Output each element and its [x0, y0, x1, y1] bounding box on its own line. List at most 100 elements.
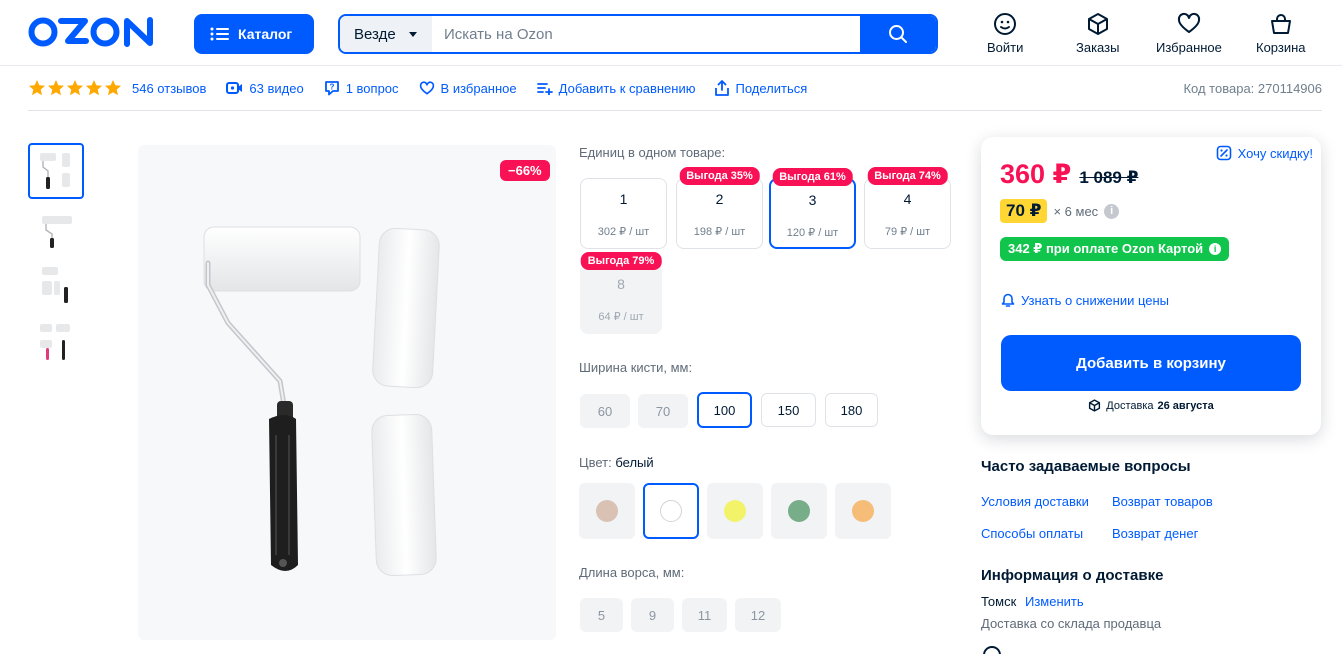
search-bar: Везде [338, 14, 938, 54]
search-scope-value: Везде [354, 25, 396, 43]
installment-block[interactable]: 70 ₽ × 6 мес i [1000, 199, 1120, 223]
want-discount-link[interactable]: Хочу скидку! [1216, 145, 1313, 161]
gallery-thumb[interactable] [28, 143, 84, 199]
gallery-thumb[interactable] [28, 200, 84, 256]
videos-link[interactable]: 63 видео [226, 81, 304, 96]
add-to-cart-button[interactable]: Добавить в корзину [1001, 335, 1301, 391]
compare-link[interactable]: Добавить к сравнению [536, 80, 696, 96]
question-icon: ? [324, 81, 339, 96]
benefit-badge: Выгода 35% [679, 167, 760, 185]
pile-option-12[interactable]: 12 [735, 598, 781, 632]
price-drop-notify-link[interactable]: Узнать о снижении цены [1001, 293, 1169, 308]
gallery-thumb[interactable] [28, 257, 84, 313]
info-icon[interactable]: i [1104, 203, 1120, 219]
product-thumb-image [40, 153, 70, 189]
width-option-70[interactable]: 70 [638, 394, 688, 428]
nav-cart-label: Корзина [1256, 40, 1306, 55]
product-actions-bar: 546 отзывов 63 видео ? 1 вопрос В избран… [28, 66, 1322, 111]
nav-favorites[interactable]: Избранное [1156, 12, 1222, 55]
reviews-link[interactable]: 546 отзывов [132, 81, 206, 96]
unit-option-4[interactable]: Выгода 74% 4 79 ₽ / шт [864, 167, 951, 249]
nav-orders[interactable]: Заказы [1076, 12, 1119, 55]
delivery-source: Доставка со склада продавца [981, 616, 1162, 631]
unit-count: 2 [715, 191, 724, 207]
color-swatch[interactable] [835, 483, 891, 539]
color-swatch-selected[interactable] [643, 483, 699, 539]
pile-option-11[interactable]: 11 [682, 598, 727, 632]
nav-login-label: Войти [987, 40, 1024, 55]
search-input[interactable] [432, 16, 860, 52]
caret-down-icon [408, 31, 417, 37]
unit-count: 4 [903, 191, 912, 207]
star-icon [29, 80, 121, 96]
color-dot [596, 500, 618, 522]
discount-tag-icon [1216, 145, 1231, 161]
paint-roller-image [203, 226, 440, 576]
color-swatch[interactable] [771, 483, 827, 539]
unit-count: 8 [617, 276, 625, 292]
width-option-180[interactable]: 180 [825, 393, 878, 427]
width-option-100[interactable]: 100 [697, 392, 752, 428]
unit-option-2[interactable]: Выгода 35% 2 198 ₽ / шт [676, 167, 763, 249]
units-label: Единиц в одном товаре: [579, 145, 726, 160]
delivery-city: Томск [981, 594, 1017, 609]
header: Каталог Везде Войти Заказы [0, 0, 1342, 66]
width-option-150[interactable]: 150 [761, 393, 816, 427]
add-to-favorites-link[interactable]: В избранное [419, 81, 517, 96]
width-label: Ширина кисти, мм: [579, 360, 693, 375]
unit-option-1[interactable]: 1 302 ₽ / шт [580, 178, 667, 249]
change-city-link[interactable]: Изменить [1025, 594, 1084, 609]
width-option-60[interactable]: 60 [580, 394, 630, 428]
rating-stars[interactable] [28, 79, 122, 97]
catalog-label: Каталог [238, 26, 293, 42]
color-label-text: Цвет: [579, 455, 612, 470]
share-label: Поделиться [735, 80, 808, 96]
notify-label: Узнать о снижении цены [1021, 293, 1170, 308]
product-sku: Код товара: 270114906 [1183, 80, 1322, 96]
color-swatch[interactable] [579, 483, 635, 539]
price-block: 360 ₽ 1 089 ₽ [1000, 159, 1138, 190]
price-card: Хочу скидку! 360 ₽ 1 089 ₽ 70 ₽ × 6 мес … [981, 137, 1321, 435]
ozon-card-price[interactable]: 342 ₽ при оплате Ozon Картой i [1000, 237, 1230, 261]
nav-orders-label: Заказы [1076, 40, 1120, 55]
heart-icon [419, 81, 434, 95]
search-icon [889, 25, 907, 43]
benefit-badge: Выгода 79% [580, 252, 662, 270]
questions-link[interactable]: ? 1 вопрос [324, 80, 399, 96]
unit-option-8[interactable]: Выгода 79% 8 64 ₽ / шт [580, 252, 662, 334]
unit-count: 1 [619, 191, 628, 207]
svg-text:?: ? [329, 83, 334, 92]
unit-count: 3 [808, 192, 817, 208]
search-button[interactable] [860, 16, 936, 52]
nav-login[interactable]: Войти [987, 12, 1023, 55]
pile-option-9[interactable]: 9 [631, 598, 674, 632]
old-price: 1 089 ₽ [1079, 168, 1139, 187]
pile-option-5[interactable]: 5 [580, 598, 623, 632]
product-main-image[interactable] [138, 145, 556, 640]
delivery-info-title: Информация о доставке [981, 567, 1164, 584]
faq-returns-link[interactable]: Возврат товаров [1112, 494, 1213, 509]
faq-refund-link[interactable]: Возврат денег [1112, 526, 1198, 541]
nav-cart[interactable]: Корзина [1256, 12, 1306, 55]
search-scope-select[interactable]: Везде [340, 16, 432, 52]
delivery-prefix: Доставка [1106, 399, 1154, 412]
ozon-logo[interactable] [28, 14, 158, 50]
share-link[interactable]: Поделиться [715, 80, 807, 96]
favorite-label: В избранное [440, 80, 517, 96]
bell-icon [1001, 293, 1015, 307]
discount-badge: −66% [500, 160, 550, 181]
share-icon [715, 80, 730, 96]
info-icon[interactable]: i [1209, 243, 1222, 255]
video-icon [226, 82, 243, 94]
faq-payment-link[interactable]: Способы оплаты [981, 526, 1083, 541]
catalog-button[interactable]: Каталог [194, 14, 314, 54]
installment-amount: 70 ₽ [1000, 199, 1048, 223]
gallery-thumb[interactable] [28, 314, 84, 370]
compare-label: Добавить к сравнению [558, 80, 696, 96]
faq-delivery-terms-link[interactable]: Условия доставки [981, 494, 1089, 509]
color-swatch[interactable] [707, 483, 763, 539]
unit-option-3[interactable]: Выгода 61% 3 120 ₽ / шт [769, 168, 856, 249]
nav-favorites-label: Избранное [1156, 40, 1222, 55]
box-icon [1089, 399, 1101, 412]
unit-price: 302 ₽ / шт [597, 226, 650, 238]
